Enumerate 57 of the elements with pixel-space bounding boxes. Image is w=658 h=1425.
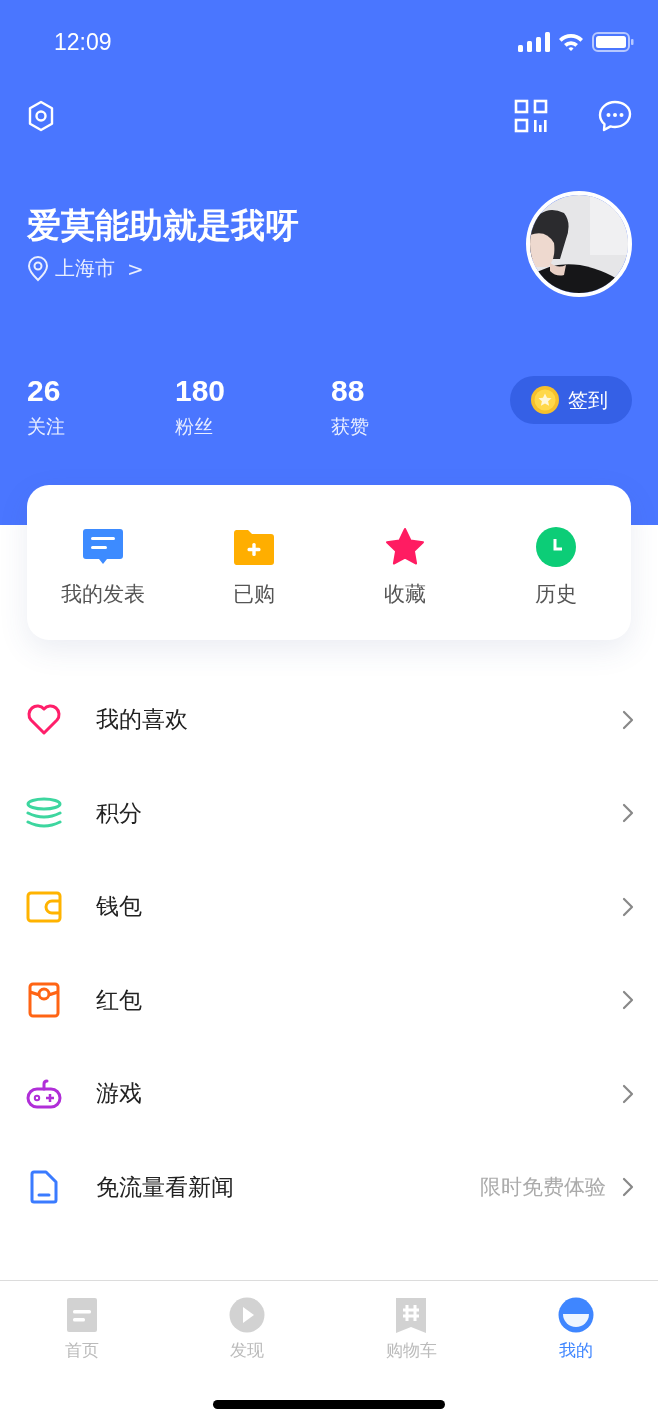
menu-label: 我的喜欢	[96, 705, 189, 735]
wallet-icon	[26, 890, 62, 923]
stat-count: 88	[331, 374, 366, 408]
chevron-right-icon	[622, 709, 634, 730]
document-icon	[66, 1297, 99, 1333]
stat-count: 26	[27, 374, 62, 408]
menu-item[interactable]: 钱包	[0, 860, 658, 954]
stat-label: 粉丝	[175, 414, 214, 438]
messages-button[interactable]	[598, 100, 632, 132]
settings-button[interactable]	[27, 100, 55, 132]
folder-plus-icon	[232, 528, 275, 566]
star-icon	[383, 527, 426, 567]
chevron-right-icon	[622, 896, 634, 917]
user-name: 爱莫能助就是我呀	[27, 204, 299, 247]
qr-code-icon	[514, 99, 548, 133]
stat-label: 关注	[27, 414, 66, 438]
menu-item[interactable]: 我的喜欢	[0, 673, 658, 767]
chevron-right-icon	[622, 803, 634, 824]
menu-label: 积分	[96, 798, 143, 828]
clock-icon	[535, 527, 576, 567]
chevron-right-icon	[622, 1177, 634, 1198]
document-icon	[30, 1170, 58, 1205]
menu-label: 游戏	[96, 1079, 143, 1109]
shortcut-button[interactable]: 历史	[480, 485, 631, 640]
heart-icon	[26, 703, 62, 736]
menu-item[interactable]: 红包	[0, 953, 658, 1047]
chevron-right-icon	[622, 990, 634, 1011]
chat-bubble-icon	[598, 100, 632, 132]
star-coin-icon	[530, 385, 560, 415]
menu-item[interactable]: 免流量看新闻 限时免费体验	[0, 1140, 658, 1234]
stat-label: 获赞	[331, 414, 370, 438]
shortcut-button[interactable]: 收藏	[329, 485, 480, 640]
smile-icon	[557, 1297, 594, 1333]
shortcut-button[interactable]: 已购	[178, 485, 329, 640]
signal-icon	[518, 32, 550, 52]
status-time: 12:09	[54, 28, 112, 56]
stat-count: 180	[175, 374, 227, 408]
tab[interactable]: 我的	[493, 1281, 658, 1381]
settings-icon	[27, 100, 55, 132]
chevron-right-icon	[622, 1083, 634, 1104]
shortcut-button[interactable]: 我的发表	[27, 485, 178, 640]
gamepad-icon	[26, 1077, 62, 1110]
location-pin-icon	[27, 255, 49, 282]
check-in-button[interactable]: 签到	[510, 376, 632, 424]
menu-label: 红包	[96, 985, 143, 1015]
menu-item[interactable]: 游戏	[0, 1047, 658, 1141]
menu-label: 免流量看新闻	[96, 1172, 235, 1202]
hashtag-bookmark-icon	[395, 1297, 428, 1333]
play-icon	[228, 1297, 265, 1333]
menu-note: 限时免费体验	[480, 1174, 606, 1202]
battery-icon	[592, 32, 634, 52]
envelope-icon	[28, 982, 60, 1019]
menu-label: 钱包	[96, 892, 143, 922]
qr-scan-button[interactable]	[514, 99, 548, 133]
coin-stack-icon	[26, 797, 62, 830]
wifi-icon	[558, 32, 584, 52]
menu-item[interactable]: 积分	[0, 766, 658, 860]
